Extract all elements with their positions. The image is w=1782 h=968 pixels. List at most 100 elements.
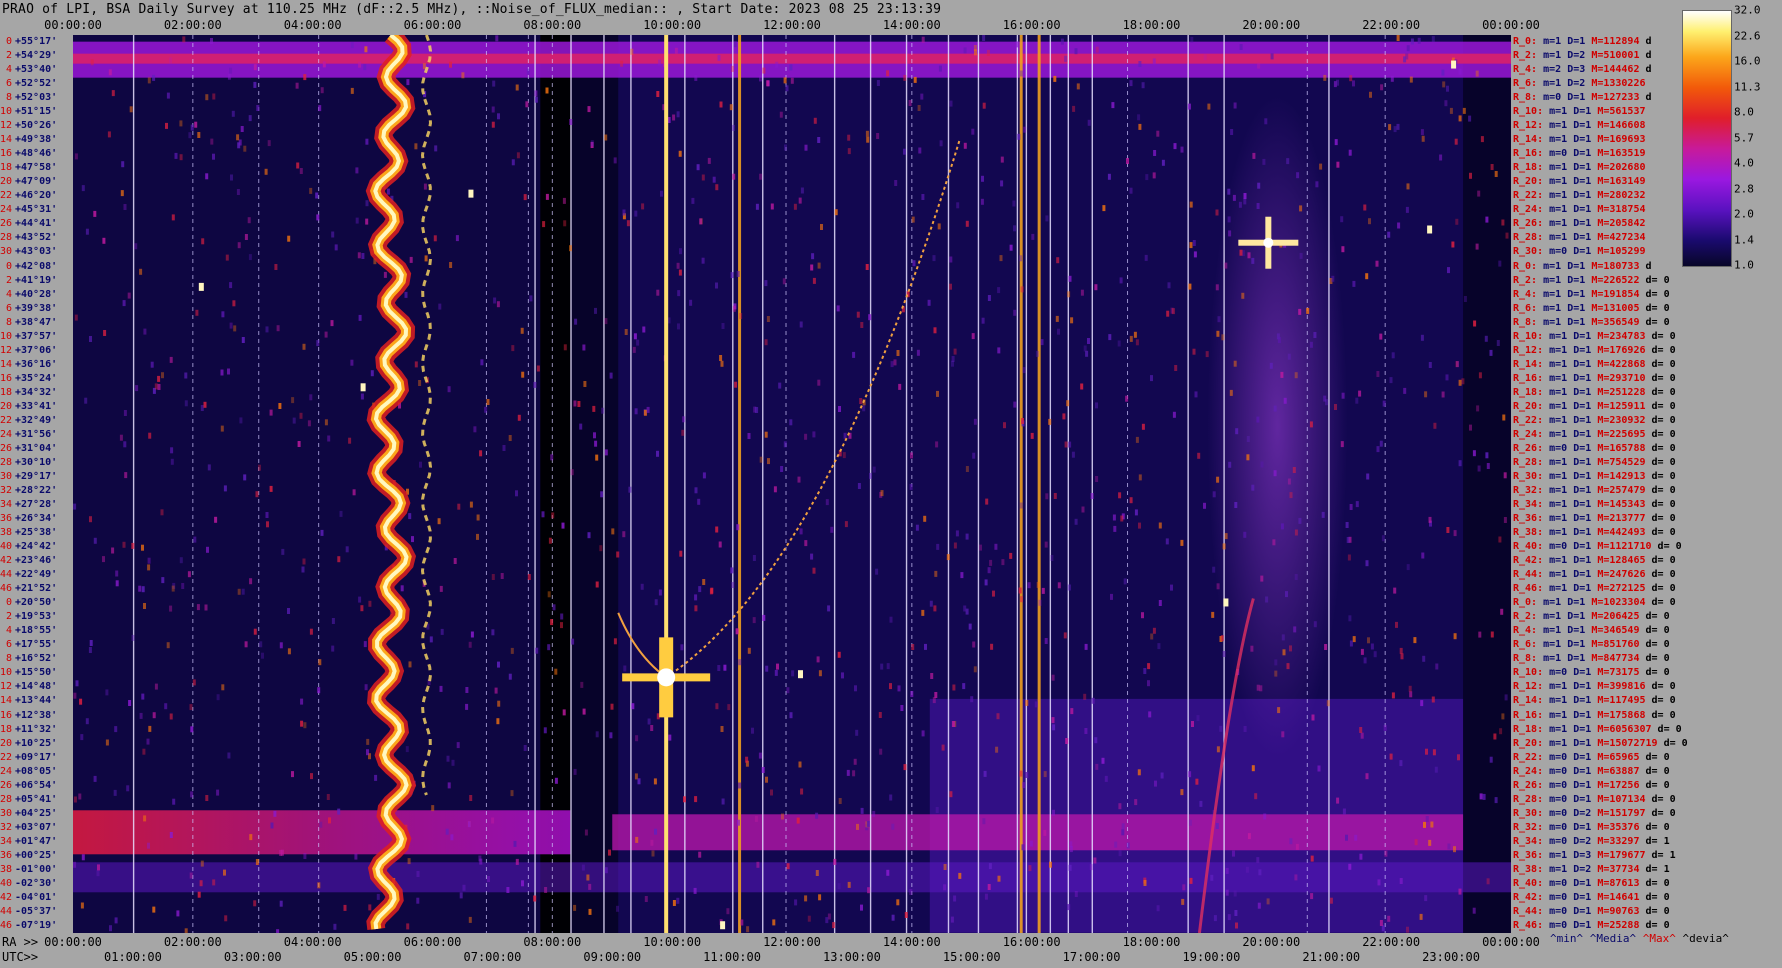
noise-speckle	[316, 214, 320, 221]
max-value: M=1121710	[1597, 541, 1652, 553]
noise-speckle	[936, 543, 940, 550]
noise-speckle	[142, 748, 146, 755]
min-median: m=1 D=1	[1549, 414, 1592, 426]
noise-speckle	[358, 61, 362, 68]
noise-speckle	[715, 703, 719, 710]
noise-speckle	[816, 656, 820, 663]
declination-value: +43°03'	[15, 246, 58, 258]
beam-index: 28	[0, 456, 13, 468]
noise-speckle	[1482, 793, 1486, 800]
vertical-line	[905, 35, 908, 933]
noise-speckle	[74, 153, 78, 160]
noise-speckle	[143, 603, 146, 609]
noise-speckle	[766, 80, 770, 87]
noise-speckle	[302, 558, 306, 565]
noise-speckle	[1152, 58, 1156, 65]
ra-axis-tick: 04:00:00	[283, 935, 342, 949]
noise-speckle	[287, 648, 291, 655]
noise-speckle	[188, 132, 192, 139]
noise-speckle	[997, 875, 1001, 882]
noise-speckle	[230, 174, 233, 181]
noise-speckle	[765, 665, 769, 672]
color-scale-tick: 32.0	[1734, 3, 1761, 17]
declination-row: 38 +25°38'	[0, 526, 57, 540]
noise-speckle	[1070, 708, 1074, 715]
noise-speckle	[1420, 334, 1424, 341]
noise-speckle	[440, 628, 444, 635]
declination-row: 20 +33°41'	[0, 400, 57, 414]
noise-speckle	[221, 311, 225, 318]
noise-speckle	[970, 696, 974, 703]
noise-speckle	[1476, 405, 1480, 412]
min-median: m=1 D=1	[1549, 583, 1592, 595]
noise-speckle	[691, 197, 695, 204]
noise-speckle	[595, 731, 599, 738]
noise-speckle	[1365, 773, 1369, 780]
noise-speckle	[247, 217, 251, 224]
noise-speckle	[243, 145, 247, 152]
declination-value: +34°32'	[15, 386, 58, 398]
noise-speckle	[1045, 215, 1049, 222]
declination-value: +35°24'	[15, 372, 58, 384]
noise-speckle	[1230, 129, 1234, 135]
noise-speckle	[318, 659, 322, 666]
noise-speckle	[511, 159, 515, 166]
receiver-id: R_20:	[1513, 737, 1544, 749]
max-value: M=251228	[1597, 386, 1646, 398]
noise-speckle	[307, 420, 311, 427]
noise-speckle	[569, 119, 573, 125]
noise-speckle	[1019, 770, 1023, 777]
deviation: d= 0	[1663, 737, 1688, 749]
max-value: M=176926	[1597, 344, 1646, 356]
declination-value: +20°50'	[15, 597, 58, 609]
noise-speckle	[726, 908, 730, 915]
noise-speckle	[930, 673, 934, 679]
noise-speckle	[1299, 205, 1303, 212]
noise-speckle	[366, 738, 370, 745]
noise-speckle	[949, 283, 952, 290]
noise-speckle	[1317, 765, 1321, 772]
noise-speckle	[408, 513, 412, 520]
receiver-stat-row: R_8: m=1 D=1 M=356549 d= 0	[1513, 316, 1670, 330]
noise-speckle	[473, 426, 477, 433]
utc-axis: UTC>> 01:00:00 03:00:00 05:00:00 07:00:00 09…	[0, 950, 1530, 964]
heatmap-plot[interactable]	[73, 35, 1511, 933]
noise-speckle	[862, 405, 866, 412]
deviation: d= 0	[1651, 485, 1676, 496]
noise-speckle	[613, 638, 617, 645]
noise-speckle	[1203, 502, 1206, 509]
noise-speckle	[1025, 699, 1029, 706]
noise-speckle	[1490, 164, 1494, 170]
noise-speckle	[429, 636, 433, 643]
noise-speckle	[1359, 853, 1363, 860]
declination-row: 26 +31°04'	[0, 442, 57, 456]
noise-speckle	[459, 892, 463, 899]
ra-axis-tick: 00:00:00	[1482, 935, 1540, 949]
receiver-stat-row: R_26: m=1 D=1 M=205842	[1513, 217, 1646, 231]
noise-speckle	[921, 194, 925, 200]
declination-row: 14 +13°44'	[0, 694, 57, 708]
top-axis-tick: 06:00:00	[403, 18, 462, 32]
noise-speckle	[715, 526, 719, 533]
max-value: M=145343	[1597, 499, 1646, 511]
noise-speckle	[318, 105, 322, 112]
noise-speckle	[1299, 252, 1303, 259]
noise-speckle	[1052, 724, 1056, 731]
declination-value: +38°47'	[15, 316, 58, 328]
noise-speckle	[987, 567, 991, 574]
receiver-id: R_44:	[1513, 569, 1544, 581]
noise-speckle	[1210, 874, 1214, 881]
noise-speckle	[730, 272, 734, 279]
noise-speckle	[400, 585, 404, 592]
noise-speckle	[214, 516, 218, 523]
noise-speckle	[255, 491, 259, 498]
beam-index: 6	[5, 639, 12, 651]
receiver-id: R_18:	[1513, 723, 1544, 735]
min-median: m=1 D=1	[1549, 204, 1592, 216]
noise-speckle	[1241, 292, 1245, 299]
noise-speckle	[678, 150, 682, 157]
noise-speckle	[1015, 41, 1019, 48]
declination-value: +47°09'	[15, 176, 58, 188]
noise-speckle	[122, 541, 126, 548]
noise-speckle	[1257, 62, 1261, 69]
